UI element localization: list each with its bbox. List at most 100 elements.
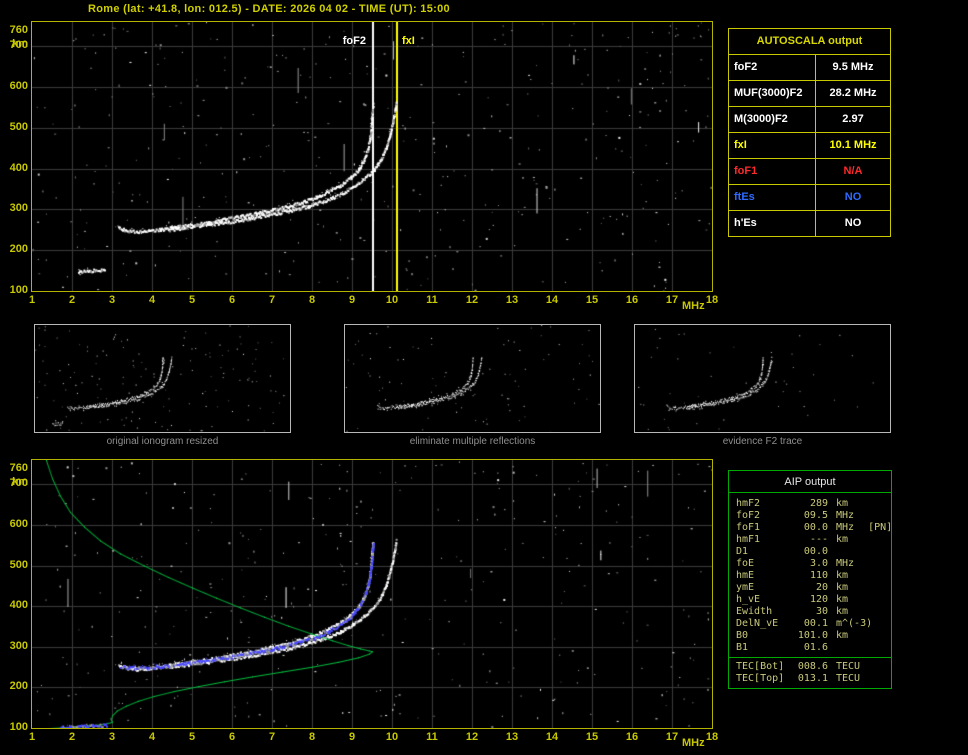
aip-row-label: hmF1 [736, 534, 761, 545]
aip-tec-row: TEC[Bot] 008.6 TECU [736, 661, 891, 673]
aip-tec-unit: TECU [836, 661, 861, 672]
aip-row-unit: km [836, 498, 849, 509]
y-tick-label: 400 [9, 599, 28, 612]
y-tick-label: 600 [9, 517, 28, 530]
autoscala-row-value: 10.1 MHz [815, 133, 890, 158]
thumbnail-caption-f2: evidence F2 trace [722, 436, 803, 447]
y-tick-label: 300 [9, 639, 28, 652]
aip-tec-value: 008.6 [797, 661, 828, 672]
aip-row: foE 3.0 MHz [736, 558, 891, 570]
x-tick-label: 15 [585, 294, 599, 306]
x-tick-label: 16 [625, 294, 639, 306]
aip-row-note: [PN] [868, 522, 893, 533]
aip-row-value: 3.0 [809, 558, 828, 569]
autoscala-row: foF2 9.5 MHz [729, 54, 890, 80]
aip-row-label: hmE [736, 570, 755, 581]
x-tick-label: 11 [426, 731, 438, 743]
aip-row-value: 110 [809, 570, 828, 581]
x-tick-label: 8 [308, 294, 316, 306]
autoscala-row-value: 9.5 MHz [815, 55, 890, 80]
y-tick-label: 100 [9, 721, 28, 733]
x-tick-label: 6 [228, 294, 236, 306]
aip-row-value: 00.0 [803, 522, 828, 533]
aip-tec-rows: TEC[Bot] 008.6 TECU TEC[Top] 013.1 TECU [729, 657, 891, 688]
autoscala-row: foF1 N/A [729, 158, 890, 184]
aip-row: foF1 00.0 MHz [PN] [736, 522, 893, 534]
x-tick-label: 15 [585, 731, 599, 743]
aip-row-unit: km [836, 606, 849, 617]
aip-row-value: 20 [815, 582, 828, 593]
aip-row-value: 101.0 [797, 630, 828, 641]
x-axis-unit-label: MHz [682, 300, 705, 312]
x-tick-label: 13 [505, 731, 519, 743]
aip-table-title: AIP output [729, 471, 891, 493]
thumbnail-f2-trace [634, 324, 891, 433]
thumbnail-caption-reflections: eliminate multiple reflections [409, 436, 536, 447]
x-tick-label: 3 [108, 731, 116, 743]
x-tick-label: 14 [545, 731, 559, 743]
autoscala-row-label: h'Es [734, 217, 757, 229]
x-tick-label: 10 [385, 294, 399, 306]
aip-tec-label: TEC[Bot] [736, 661, 785, 672]
autoscala-row-value: N/A [815, 159, 890, 184]
page-title: Rome (lat: +41.8, lon: 012.5) - DATE: 20… [88, 3, 450, 15]
aip-tec-label: TEC[Top] [736, 673, 785, 684]
aip-row: D1 00.0 [736, 546, 891, 558]
autoscala-row: ftEs NO [729, 184, 890, 210]
autoscala-row-label: M(3000)F2 [734, 113, 788, 125]
thumbnail-original-canvas [35, 325, 290, 432]
y-axis-unit-label: km [12, 38, 28, 50]
aip-row: hmF1 --- km [736, 534, 891, 546]
autoscala-row-label: MUF(3000)F2 [734, 87, 803, 99]
aip-row-label: B0 [736, 630, 749, 641]
aip-row-value: 09.5 [803, 510, 828, 521]
x-tick-label: 2 [68, 731, 76, 743]
x-tick-label: 5 [188, 294, 196, 306]
y-tick-label: 500 [9, 120, 28, 133]
aip-row: ymE 20 km [736, 582, 891, 594]
x-axis-unit-label: MHz [682, 737, 705, 749]
aip-row-label: Ewidth [736, 606, 773, 617]
x-tick-label: 13 [505, 294, 519, 306]
aip-row-unit: km [836, 630, 849, 641]
x-tick-label: 9 [348, 294, 356, 306]
aip-row-label: foF2 [736, 510, 761, 521]
x-tick-label: 9 [348, 731, 356, 743]
autoscala-row-label: fxI [734, 139, 747, 151]
top-ionogram-canvas [32, 22, 712, 291]
aip-table-rows: hmF2 289 km foF2 09.5 MHz foF1 00.0 MHz [PN] hmF1 -… [729, 493, 893, 657]
aip-tec-value: 013.1 [797, 673, 828, 684]
y-tick-label: 760 [9, 24, 28, 36]
x-tick-label: 7 [268, 731, 276, 743]
aip-row: DelN_vE 00.1 m^(-3) [736, 618, 891, 630]
aip-row-unit: MHz [836, 510, 855, 521]
x-tick-label: 17 [665, 731, 679, 743]
x-tick-label: 8 [308, 731, 316, 743]
x-tick-label: 4 [148, 294, 156, 306]
aip-row-unit: km [836, 594, 849, 605]
autoscala-row-label: foF2 [734, 61, 758, 73]
autoscala-row: fxI 10.1 MHz [729, 132, 890, 158]
aip-row-value: 289 [809, 498, 828, 509]
aip-row-value: 120 [809, 594, 828, 605]
fxi-marker-label: fxI [402, 35, 415, 47]
bottom-ionogram-plot [31, 459, 713, 729]
aip-row-label: foE [736, 558, 755, 569]
aip-row-unit: m^(-3) [836, 618, 873, 629]
aip-row-unit: MHz [836, 558, 855, 569]
y-tick-label: 400 [9, 161, 28, 174]
aip-row-label: DelN_vE [736, 618, 779, 629]
aip-row: hmE 110 km [736, 570, 891, 582]
aip-row-value: 01.6 [803, 642, 828, 653]
thumbnail-f2-trace-canvas [635, 325, 890, 432]
autoscala-row-label: ftEs [734, 191, 755, 203]
aip-row-label: B1 [736, 642, 749, 653]
x-tick-label: 5 [188, 731, 196, 743]
thumbnail-multiple-reflections-canvas [345, 325, 600, 432]
thumbnail-original-ionogram [34, 324, 291, 433]
y-tick-label: 200 [9, 243, 28, 256]
x-tick-label: 17 [665, 294, 679, 306]
aip-row-label: hmF2 [736, 498, 761, 509]
aip-row: hmF2 289 km [736, 498, 891, 510]
aip-row-unit: km [836, 534, 849, 545]
